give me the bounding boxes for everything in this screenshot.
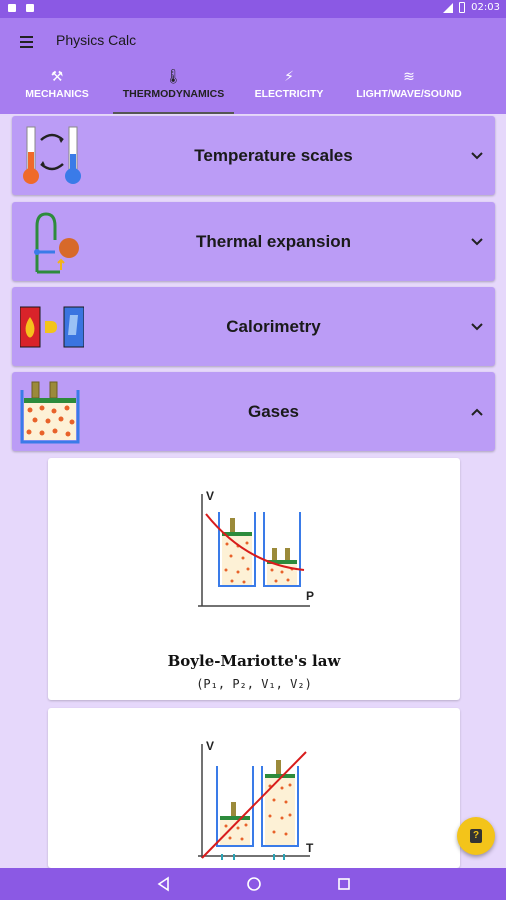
battery-icon (459, 2, 466, 13)
app-title: Physics Calc (56, 32, 137, 48)
waves-icon: ≋ (403, 69, 415, 85)
chevron-down-icon (471, 152, 483, 160)
status-bar: 02:03 (0, 0, 506, 18)
tab-label: THERMODYNAMICS (122, 88, 225, 100)
tab-light-wave-sound[interactable]: ≋ LIGHT/WAVE/SOUND (351, 66, 467, 114)
menu-button[interactable] (16, 31, 38, 53)
gas-cylinder-icon (20, 381, 80, 444)
help-fab[interactable]: ? (457, 817, 495, 855)
section-title: Calorimetry (226, 316, 321, 336)
system-nav-bar (0, 868, 506, 900)
axis-y-label: V (206, 739, 214, 753)
volume-temperature-diagram: V T (198, 739, 314, 860)
section-calorimetry[interactable]: Calorimetry (12, 287, 495, 366)
lightning-icon: ⚡ (284, 69, 294, 85)
tab-mechanics[interactable]: ⚒ MECHANICS (21, 66, 93, 114)
back-icon[interactable] (156, 876, 172, 892)
tab-label: MECHANICS (25, 88, 89, 100)
formula-card-boyle-mariotte[interactable]: V P Boyle-Mariotte's law (P₁, P₂, V₁, V₂… (48, 458, 460, 700)
chevron-down-icon (471, 238, 483, 246)
tab-electricity[interactable]: ⚡ ELECTRICITY (252, 66, 326, 114)
section-gases[interactable]: Gases (12, 372, 495, 451)
notification-icon (8, 4, 16, 12)
tab-label: ELECTRICITY (254, 88, 324, 100)
axis-y-label: V (206, 489, 214, 503)
recents-icon[interactable] (336, 876, 352, 892)
section-thermal-expansion[interactable]: Thermal expansion (12, 202, 495, 281)
axis-x-label: P (306, 589, 314, 603)
section-title: Gases (247, 401, 300, 421)
active-tab-indicator (113, 112, 234, 114)
tab-thermodynamics[interactable]: 🌡 THERMODYNAMICS (114, 66, 233, 114)
formula-variables: (P₁, P₂, V₁, V₂) (196, 677, 312, 691)
app-bar: Physics Calc ⚒ MECHANICS 🌡 THERMODYNAMIC… (0, 18, 506, 114)
signal-icon (443, 2, 454, 13)
formula-title: Boyle-Mariotte's law (167, 652, 341, 670)
tools-icon: ⚒ (50, 69, 64, 85)
thermometers-icon (23, 126, 81, 184)
axis-x-label: T (306, 841, 314, 855)
section-title: Thermal expansion (196, 231, 351, 251)
thermal-expansion-icon (34, 212, 79, 274)
status-time: 02:03 (471, 2, 500, 13)
hamburger-icon (20, 36, 33, 38)
calorimetry-icon (20, 306, 84, 348)
section-title: Temperature scales (194, 145, 353, 165)
formula-card-gas-law-vt[interactable]: V T (48, 708, 460, 868)
chevron-down-icon (471, 323, 483, 331)
home-icon[interactable] (246, 876, 262, 892)
notification-icons (8, 4, 34, 12)
tab-bar: ⚒ MECHANICS 🌡 THERMODYNAMICS ⚡ ELECTRICI… (0, 66, 506, 114)
section-temperature-scales[interactable]: Temperature scales (12, 116, 495, 195)
notification-icon (26, 4, 34, 12)
thermometer-icon: 🌡 (164, 69, 183, 85)
book-icon: ? (470, 829, 482, 843)
tab-label: LIGHT/WAVE/SOUND (356, 88, 462, 100)
boyle-mariotte-diagram: V P (198, 489, 314, 607)
chevron-up-icon (471, 408, 483, 416)
